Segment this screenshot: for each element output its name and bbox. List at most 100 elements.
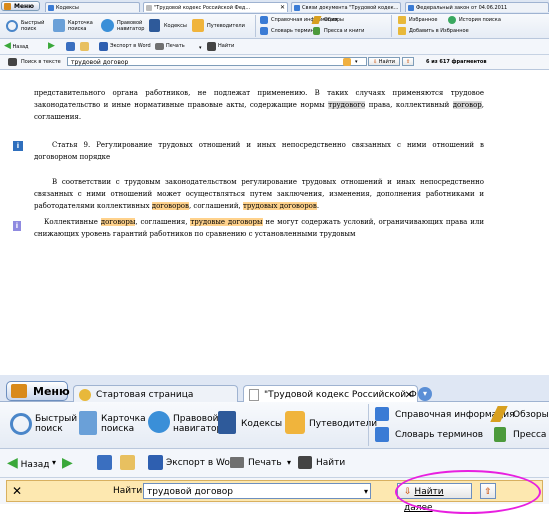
find-label: Найти xyxy=(113,486,143,496)
add-favorites-button[interactable]: Добавить в Избранное xyxy=(409,28,469,34)
tab-labor-code[interactable]: "Трудовой кодекс Российской Фед... ✕ xyxy=(143,2,288,12)
legal-navigator-button[interactable]: Правовой навигатор xyxy=(117,20,144,32)
card-search-icon[interactable] xyxy=(79,411,97,435)
tab-federal-law[interactable]: Федеральный закон от 04.06.2011 xyxy=(405,2,549,12)
card-search-button[interactable]: Карточка поиска xyxy=(68,20,93,32)
dropdown-chevron-icon[interactable]: ▾ xyxy=(355,58,358,66)
close-icon[interactable]: ✕ xyxy=(12,482,22,500)
new-tab-chevron-icon[interactable]: ▾ xyxy=(418,387,432,401)
codes-button[interactable]: Кодексы xyxy=(164,23,187,29)
quick-search-button[interactable]: Быстрый поиск xyxy=(35,414,77,434)
find-input[interactable]: трудовой договор ▾ xyxy=(143,483,371,499)
main-toolbar: Быстрый поиск Карточка поиска Правовой н… xyxy=(0,14,549,39)
dictionary-icon[interactable] xyxy=(375,427,389,442)
press-icon[interactable] xyxy=(494,427,506,442)
reference-icon[interactable] xyxy=(260,16,268,24)
tab-label: Связи документа "Трудовой кодек... xyxy=(302,5,399,11)
tab-document-links[interactable]: Связи документа "Трудовой кодек... xyxy=(291,2,401,12)
document-view: представительного органа работников, не … xyxy=(0,70,549,250)
press-button[interactable]: Пресса и книги xyxy=(324,28,364,34)
chevron-down-icon[interactable]: ▾ xyxy=(52,449,56,477)
add-favorites-icon[interactable] xyxy=(398,27,406,35)
reviews-button[interactable]: Обзоры xyxy=(513,410,549,420)
codes-icon[interactable] xyxy=(218,411,236,434)
binoculars-icon[interactable] xyxy=(298,456,312,469)
text-span: , соглашения, xyxy=(135,218,191,226)
text-span: , соглашений, xyxy=(188,202,243,210)
toolbar-divider xyxy=(255,15,256,37)
reviews-button[interactable]: Обзоры xyxy=(324,17,344,23)
dropdown-chevron-icon[interactable]: ▾ xyxy=(364,484,368,500)
favorites-icon[interactable] xyxy=(398,16,406,24)
codes-button[interactable]: Кодексы xyxy=(241,419,282,429)
fragment-count: 6 из 617 фрагментов xyxy=(426,59,487,65)
start-page-icon xyxy=(79,389,91,401)
open-folder-icon[interactable] xyxy=(80,42,89,51)
guides-button[interactable]: Путеводители xyxy=(309,419,377,429)
dictionary-button[interactable]: Словарь терминов xyxy=(395,430,483,440)
tab-label: Федеральный закон от 04.06.2011 xyxy=(416,5,508,11)
quick-search-icon[interactable] xyxy=(6,20,18,32)
reference-icon[interactable] xyxy=(375,407,389,421)
legal-navigator-button[interactable]: Правовой навигатор xyxy=(173,414,222,434)
print-button[interactable]: Печать xyxy=(248,449,282,477)
card-search-icon[interactable] xyxy=(53,19,65,32)
highlight: договоры xyxy=(100,218,136,226)
save-icon[interactable] xyxy=(66,42,75,51)
tab-codes[interactable]: Кодексы xyxy=(45,2,140,12)
text-span: . xyxy=(316,202,320,210)
forward-arrow-icon[interactable]: ▶ xyxy=(62,449,73,477)
forward-arrow-icon[interactable]: ▶ xyxy=(48,39,55,54)
close-icon[interactable]: ✕ xyxy=(280,3,285,12)
back-button[interactable]: ◀ Назад xyxy=(7,449,49,479)
text-span: права, коллективный xyxy=(365,101,453,109)
favorites-button[interactable]: Избранное xyxy=(409,17,437,23)
open-folder-icon[interactable] xyxy=(120,455,135,470)
guides-icon[interactable] xyxy=(192,19,204,32)
chevron-down-icon[interactable]: ▾ xyxy=(287,449,291,477)
info-icon[interactable]: i xyxy=(13,221,21,231)
guides-button[interactable]: Путеводители xyxy=(207,23,245,29)
back-label: Назад xyxy=(20,460,50,470)
highlight: трудового xyxy=(328,101,366,109)
search-input[interactable]: трудовой договор xyxy=(67,57,367,66)
press-button[interactable]: Пресса и к xyxy=(513,430,549,440)
search-find-button[interactable]: ⇩ Найти xyxy=(368,57,400,66)
guides-icon[interactable] xyxy=(285,411,305,434)
up-arrow-button[interactable]: ⇧ xyxy=(402,57,414,66)
export-word-button[interactable]: Экспорт в Word xyxy=(110,39,151,54)
history-icon[interactable] xyxy=(448,16,456,24)
word-icon[interactable] xyxy=(148,455,163,470)
navigator-icon[interactable] xyxy=(101,19,114,32)
toolbar-divider xyxy=(391,15,392,37)
navigator-icon[interactable] xyxy=(148,411,170,433)
find-value: трудовой договор xyxy=(147,487,234,497)
codes-icon[interactable] xyxy=(149,19,160,32)
find-button[interactable]: Найти xyxy=(316,449,345,477)
binoculars-icon[interactable] xyxy=(207,42,216,51)
printer-icon[interactable] xyxy=(230,457,244,468)
save-icon[interactable] xyxy=(97,455,112,470)
paragraph: В соответствии с трудовым законодательст… xyxy=(34,176,484,212)
word-icon[interactable] xyxy=(99,42,108,51)
back-label: Назад xyxy=(12,44,29,50)
clear-icon[interactable] xyxy=(343,58,351,66)
history-button[interactable]: История поиска xyxy=(459,17,501,23)
quick-search-icon[interactable] xyxy=(10,413,32,435)
info-icon[interactable]: i xyxy=(13,141,23,151)
tab-label: "Трудовой кодекс Российской Фед... xyxy=(154,5,251,11)
back-arrow-icon: ◀ xyxy=(7,455,18,471)
dictionary-icon[interactable] xyxy=(260,27,268,35)
chevron-down-icon[interactable]: ▾ xyxy=(199,45,202,51)
press-icon[interactable] xyxy=(313,27,320,35)
back-button[interactable]: ◀ Назад xyxy=(4,39,29,55)
card-search-button[interactable]: Карточка поиска xyxy=(101,414,146,434)
printer-icon[interactable] xyxy=(155,43,164,50)
menu-button[interactable]: Меню ▾ xyxy=(6,381,70,417)
binoculars-icon xyxy=(8,58,17,66)
export-word-button[interactable]: Экспорт в Word xyxy=(166,449,239,477)
print-button[interactable]: Печать xyxy=(166,39,185,54)
find-button[interactable]: Найти xyxy=(218,39,234,54)
quick-search-button[interactable]: Быстрый поиск xyxy=(21,20,44,32)
menu-button[interactable]: Меню xyxy=(1,1,40,11)
